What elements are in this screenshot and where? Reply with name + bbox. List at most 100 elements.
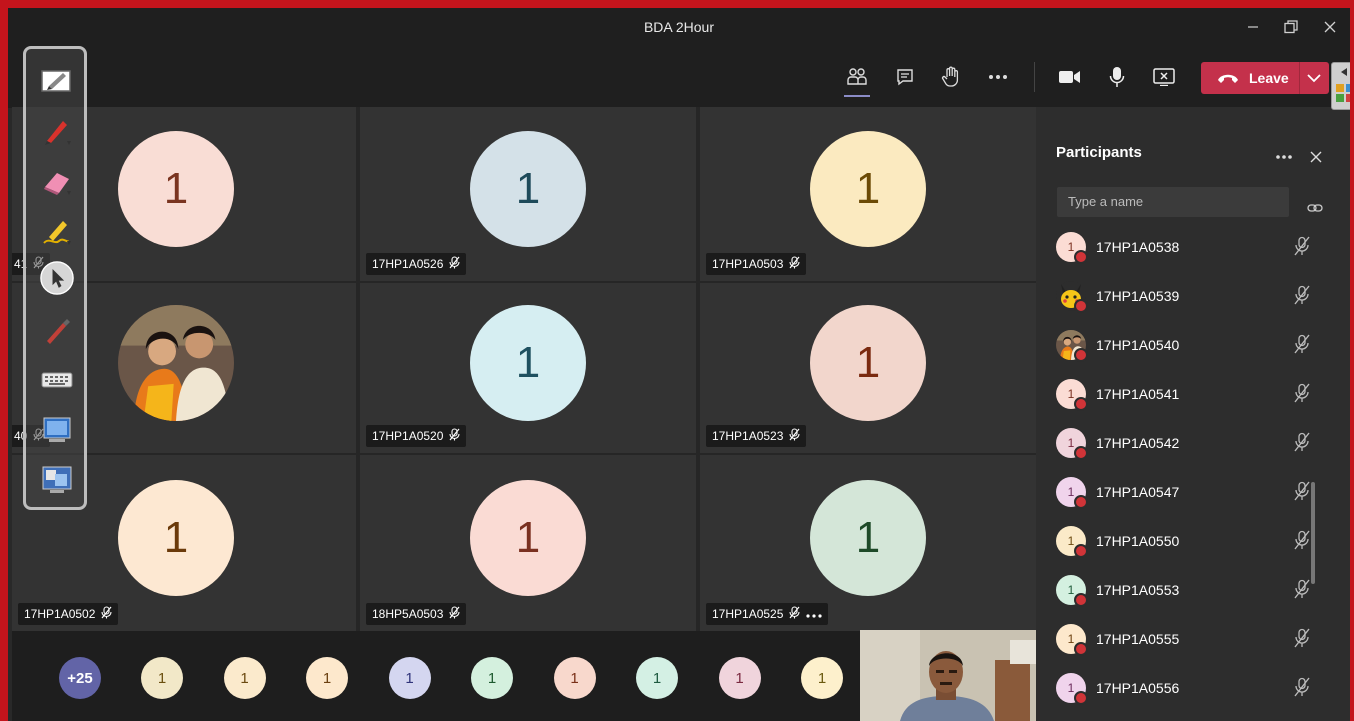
panel-title: Participants [1056,144,1142,161]
tile-more-icon[interactable] [806,607,822,621]
overflow-participant-avatar[interactable]: 1 [801,657,843,699]
participant-avatar: 1 [470,480,586,596]
keyboard-tool-button[interactable] [40,363,74,397]
participant-tile[interactable]: 1 17HP1A0520 [360,283,696,453]
meeting-toolbar: Leave [8,46,1350,108]
participant-tile[interactable]: 1 17HP1A0525 [700,455,1036,631]
participant-list-item[interactable]: 1 17HP1A0541 [1056,374,1336,414]
participant-tile[interactable]: 1 17HP1A0523 [700,283,1036,453]
name-text: 17HP1A0520 [372,429,444,443]
minimize-button[interactable] [1234,8,1272,46]
chat-icon [897,69,913,86]
overflow-participant-avatar[interactable]: 1 [141,657,183,699]
participant-list-avatar [1056,281,1088,313]
mic-button[interactable] [1100,60,1134,94]
overflow-participant-avatar[interactable]: 1 [471,657,513,699]
participant-list-avatar [1056,330,1088,362]
participant-tile[interactable]: 1 17HP1A0503 [700,107,1036,281]
participant-list-item[interactable]: 1 17HP1A0547 [1056,472,1336,512]
ink-palette-grip[interactable] [1331,62,1350,110]
participant-list-item[interactable]: 1 17HP1A0550 [1056,521,1336,561]
show-chat-button[interactable] [888,60,922,94]
desktop-tool-button[interactable] [40,463,74,497]
more-actions-button[interactable] [981,60,1015,94]
participant-name-label: 17HP1A0520 [366,425,467,447]
share-invite-link-icon[interactable] [1307,202,1323,214]
overflow-participant-avatar[interactable]: 1 [553,657,596,699]
status-busy-badge [1074,642,1088,656]
participant-list-avatar: 1 [1056,428,1088,460]
participant-list-name: 17HP1A0550 [1096,533,1180,549]
participant-tile[interactable]: 1 18HP5A0503 [360,455,696,631]
name-text: 17HP1A0523 [712,429,784,443]
status-busy-badge [1074,446,1088,460]
panel-more-icon[interactable] [1275,154,1293,160]
panel-scrollbar[interactable] [1311,482,1315,584]
restore-button[interactable] [1272,8,1310,46]
keyboard-icon [41,372,73,388]
participant-avatar: 1 [810,131,926,247]
participant-list-name: 17HP1A0542 [1096,435,1180,451]
mic-off-icon [449,428,460,444]
mic-off-icon [1293,530,1311,555]
show-participants-button[interactable] [840,60,874,97]
participant-name-label: 17HP1A0525 [706,603,829,625]
participant-list-item[interactable]: 1 17HP1A0538 [1056,227,1336,267]
participant-name-label: 17HP1A0526 [366,253,467,275]
participant-name-label: 17HP1A0502 [18,603,119,625]
participant-list-item[interactable]: 1 17HP1A0555 [1056,619,1336,659]
participant-list-name: 17HP1A0539 [1096,288,1180,304]
hang-up-icon [1218,74,1238,83]
mic-off-icon [101,606,112,622]
participant-list-item[interactable]: 1 17HP1A0542 [1056,423,1336,463]
mic-off-icon [1293,677,1311,702]
mic-off-icon [449,606,460,622]
overflow-participant-avatar[interactable]: 1 [306,657,348,699]
mic-off-icon [789,256,800,272]
participant-list-avatar: 1 [1056,575,1088,607]
whiteboard-icon [41,70,71,92]
overflow-participant-avatar[interactable]: 1 [636,657,678,699]
camera-button[interactable] [1053,60,1087,94]
participant-list-item[interactable]: 17HP1A0539 [1056,276,1336,316]
whiteboard-tool-button[interactable] [40,64,74,98]
mic-off-icon [1293,285,1311,310]
participant-avatar: 1 [810,305,926,421]
screen-capture-tool-button[interactable] [40,413,74,447]
eraser-tool-button[interactable] [40,164,74,198]
participant-list-avatar: 1 [1056,379,1088,411]
participant-list-item[interactable]: 17HP1A0540 [1056,325,1336,365]
pointer-tool-button[interactable] [40,261,74,295]
raise-hand-button[interactable] [934,60,968,94]
overflow-participant-avatar[interactable]: 1 [388,657,431,699]
laser-pen-tool-button[interactable] [40,314,74,348]
overflow-participant-avatar[interactable]: 1 [223,657,266,699]
collapse-arrow-icon [1341,68,1347,76]
participant-tile[interactable]: 1 17HP1A0526 [360,107,696,281]
close-window-button[interactable] [1311,8,1349,46]
screen-capture-icon [43,417,71,442]
participant-list-avatar: 1 [1056,673,1088,705]
people-icon [847,68,867,85]
laser-pen-icon [47,319,70,344]
close-panel-icon[interactable] [1310,151,1322,163]
self-video-preview[interactable] [860,630,1036,721]
participant-list-name: 17HP1A0540 [1096,337,1180,353]
pen-tool-button[interactable] [40,114,74,148]
eraser-icon [44,173,71,195]
search-participants-input[interactable]: Type a name [1057,187,1289,217]
stop-sharing-button[interactable] [1147,60,1181,94]
participant-list-name: 17HP1A0555 [1096,631,1180,647]
status-busy-badge [1074,691,1088,705]
teams-meeting-window: BDA 2Hour Leave 1 41 1 17HP1A0526 1 17HP… [8,8,1350,721]
highlighter-tool-button[interactable] [40,214,74,248]
overflow-participant-avatar[interactable]: 1 [718,657,761,699]
mic-off-icon [449,256,460,272]
mic-off-icon [1293,432,1311,457]
mic-off-icon [1293,383,1311,408]
chevron-down-icon[interactable] [1307,73,1321,83]
more-participants-badge[interactable]: +25 [59,657,101,699]
participant-list-item[interactable]: 1 17HP1A0556 [1056,668,1336,708]
participant-list-item[interactable]: 1 17HP1A0553 [1056,570,1336,610]
leave-button[interactable]: Leave [1201,62,1329,94]
